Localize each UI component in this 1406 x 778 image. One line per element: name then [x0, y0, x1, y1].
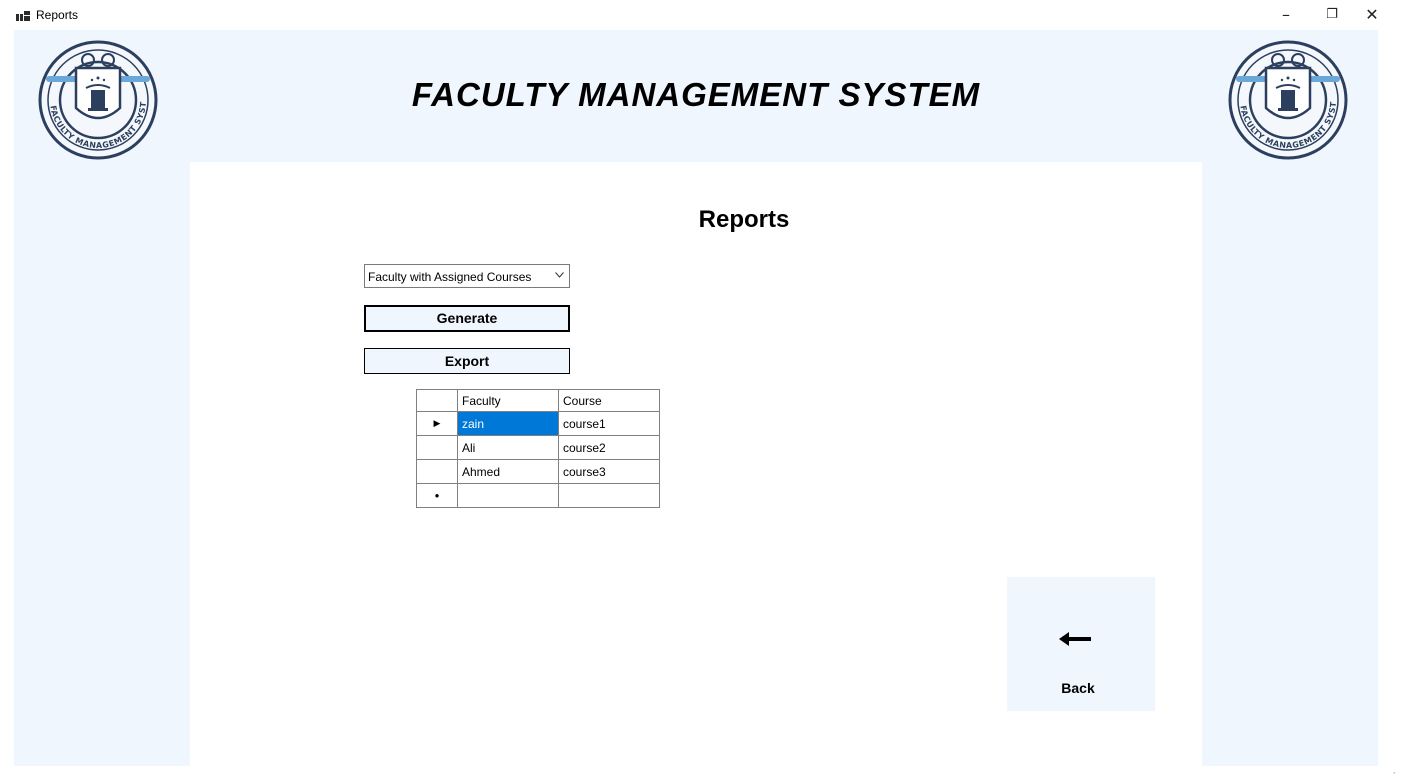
left-panel	[14, 162, 190, 766]
right-panel	[1202, 162, 1378, 766]
course-cell[interactable]: course3	[558, 459, 660, 484]
current-row-indicator-icon: ▶	[416, 411, 458, 436]
table-row[interactable]: ▶ zain course1	[416, 411, 660, 436]
reports-form: FACULTY MANAGEMENT SYSTEM FACULTY MANAGE…	[14, 30, 1378, 766]
report-grid[interactable]: Faculty Course ▶ zain course1 Ali course…	[416, 389, 660, 508]
column-header-course[interactable]: Course	[558, 389, 660, 412]
export-button[interactable]: Export	[364, 348, 570, 374]
faculty-cell[interactable]: zain	[457, 411, 559, 436]
report-type-select[interactable]: Faculty with Assigned Courses	[364, 264, 570, 288]
table-row[interactable]: Ahmed course3	[416, 459, 660, 484]
column-header-faculty[interactable]: Faculty	[457, 389, 559, 412]
faculty-cell[interactable]: Ahmed	[457, 459, 559, 484]
new-row[interactable]: ●	[416, 483, 660, 508]
minimize-button[interactable]: –	[1263, 3, 1309, 27]
report-type-value: Faculty with Assigned Courses	[368, 270, 532, 284]
row-header[interactable]	[416, 459, 458, 484]
course-cell[interactable]: course2	[558, 435, 660, 460]
new-row-indicator-icon: ●	[416, 483, 458, 508]
window-titlebar: Reports – ❐ ✕	[0, 0, 1406, 30]
table-row[interactable]: Ali course2	[416, 435, 660, 460]
row-header[interactable]	[416, 435, 458, 460]
app-icon	[16, 11, 30, 21]
faculty-cell[interactable]: Ali	[457, 435, 559, 460]
window-title: Reports	[36, 8, 79, 22]
row-header-corner	[416, 389, 458, 412]
course-cell[interactable]: course1	[558, 411, 660, 436]
grid-header-row: Faculty Course	[416, 389, 660, 412]
faculty-cell[interactable]	[457, 483, 559, 508]
chevron-down-icon	[555, 270, 564, 281]
back-button[interactable]: Back	[1007, 577, 1155, 711]
app-title: FACULTY MANAGEMENT SYSTEM	[411, 76, 981, 113]
generate-button[interactable]: Generate	[364, 305, 570, 332]
course-cell[interactable]	[558, 483, 660, 508]
back-label: Back	[1061, 680, 1095, 696]
close-button[interactable]: ✕	[1349, 3, 1395, 27]
resize-grip-icon[interactable]: ⠠	[1390, 767, 1396, 776]
arrow-left-icon	[1059, 631, 1091, 646]
page-title: Reports	[698, 206, 790, 233]
